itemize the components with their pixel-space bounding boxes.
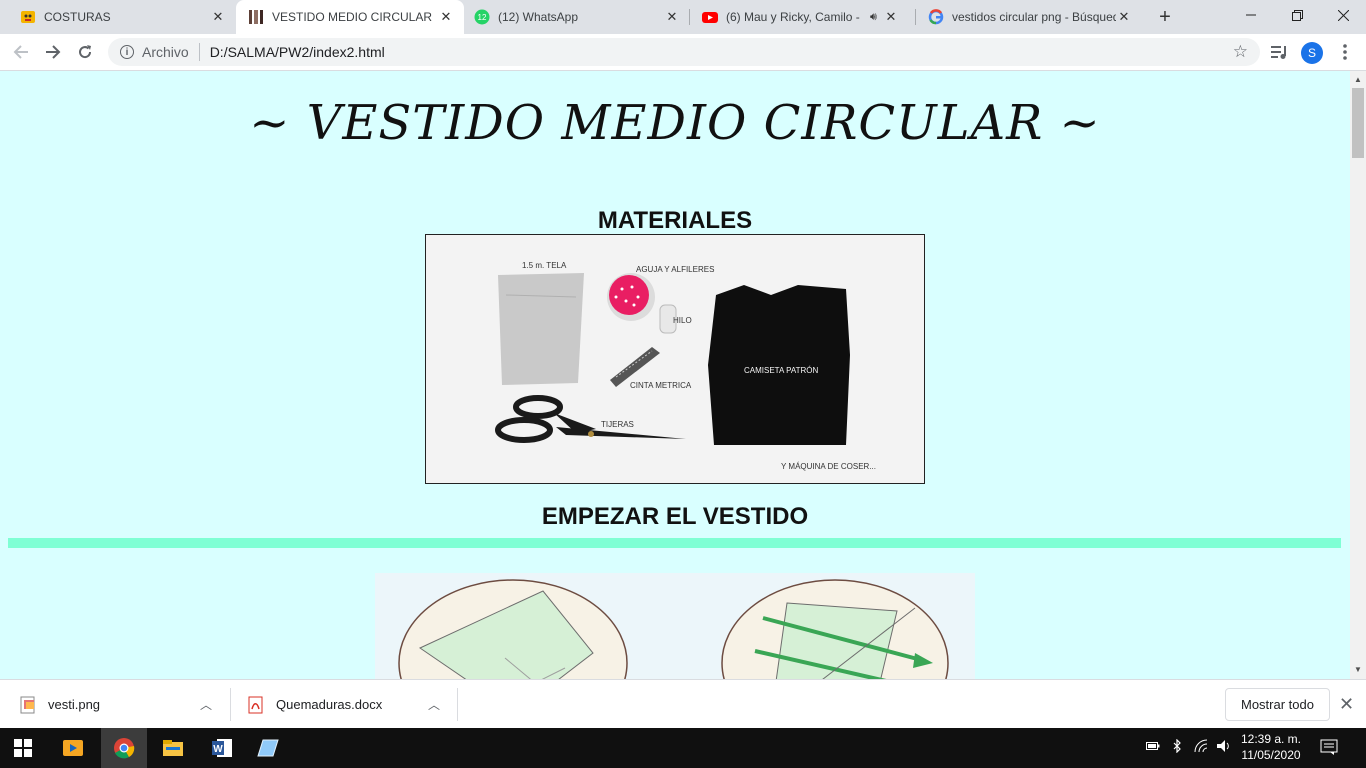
tab-costuras[interactable]: COSTURAS ✕ [0,0,236,34]
label-tijeras: TIJERAS [601,420,634,429]
tab-strip: COSTURAS ✕ VESTIDO MEDIO CIRCULAR ✕ 12 (… [0,0,1366,34]
label-cinta: CINTA METRICA [630,381,692,390]
browser-toolbar: i Archivo D:/SALMA/PW2/index2.html ☆ S [0,34,1366,71]
tab-vestido[interactable]: VESTIDO MEDIO CIRCULAR ✕ [236,0,464,34]
download-item[interactable]: vesti.png ︿ [0,680,230,729]
download-filename: Quemaduras.docx [276,697,383,712]
back-button[interactable] [10,41,32,63]
close-icon[interactable]: ✕ [1116,9,1132,25]
forward-button[interactable] [42,41,64,63]
section-divider [8,538,1341,548]
media-control-icon[interactable] [1268,41,1290,63]
download-item[interactable]: Quemaduras.docx ︿ [228,680,458,729]
tab-google[interactable]: vestidos circular png - Búsqued ✕ [916,0,1142,34]
volume-icon[interactable] [1216,739,1232,756]
notifications-icon[interactable] [1320,738,1338,759]
clock-time: 12:39 a. m. [1240,732,1302,746]
minimize-button[interactable] [1228,0,1274,30]
close-icon[interactable]: ✕ [664,9,680,25]
scrollbar-thumb[interactable] [1352,88,1364,158]
google-icon [928,9,944,25]
materials-heading: MATERIALES [597,207,753,234]
page-content: ~ VESTIDO MEDIO CIRCULAR ~ MATERIALES 1.… [0,71,1350,679]
tab-label: (6) Mau y Ricky, Camilo - L [726,10,864,24]
chevron-up-icon[interactable]: ︿ [428,696,440,713]
dress-icon [248,9,264,25]
svg-text:W: W [213,744,223,755]
svg-text:12: 12 [478,13,487,22]
reload-button[interactable] [74,41,96,63]
image-file-icon [20,696,36,714]
bluetooth-icon[interactable] [1172,738,1182,756]
word-icon[interactable]: W [199,728,245,768]
address-bar[interactable]: i Archivo D:/SALMA/PW2/index2.html ☆ [108,38,1260,66]
wifi-icon[interactable] [1194,739,1210,756]
close-icon[interactable]: ✕ [438,9,454,25]
taskbar-clock[interactable]: 12:39 a. m. 11/05/2020 [1236,731,1306,763]
bookmark-star-icon[interactable]: ☆ [1233,42,1248,62]
tab-whatsapp[interactable]: 12 (12) WhatsApp ✕ [464,0,690,34]
menu-kebab-icon[interactable] [1334,41,1356,63]
security-chip[interactable]: Archivo [142,44,189,60]
tab-label: (12) WhatsApp [498,10,579,24]
close-downloads-icon[interactable]: ✕ [1339,694,1354,715]
black-tshirt [708,285,850,445]
start-heading: EMPEZAR EL VESTIDO [541,503,809,530]
profile-avatar[interactable]: S [1301,42,1323,64]
pincushion [607,273,655,321]
label-camiseta: CAMISETA PATRÓN [744,366,818,375]
speaker-icon[interactable]: 🔊︎ [870,11,877,24]
battery-icon[interactable] [1146,739,1160,754]
label-maquina: Y MÁQUINA DE COSER... [781,462,876,471]
restore-button[interactable] [1274,0,1320,30]
tab-label: VESTIDO MEDIO CIRCULAR [272,10,433,24]
media-player-icon[interactable] [50,728,96,768]
windows-start-icon[interactable] [0,728,46,768]
page-title: ~ VESTIDO MEDIO CIRCULAR ~ [249,95,1101,151]
close-window-button[interactable] [1320,0,1366,30]
lemon-emoji-icon [20,9,36,25]
url-text[interactable]: D:/SALMA/PW2/index2.html [210,44,385,60]
new-tab-button[interactable]: + [1154,6,1176,28]
download-filename: vesti.png [48,697,101,712]
label-aguja: AGUJA Y ALFILERES [636,265,714,274]
clock-date: 11/05/2020 [1241,748,1301,762]
chevron-up-icon[interactable]: ︿ [200,696,212,713]
pdf-file-icon [248,696,264,714]
scroll-up-arrow-icon[interactable]: ▲ [1354,75,1362,84]
chrome-icon[interactable] [101,728,147,768]
pattern-diagram-image [375,573,975,679]
close-icon[interactable]: ✕ [883,9,899,25]
page-scrollbar[interactable]: ▲ ▼ [1350,71,1366,679]
tab-label: vestidos circular png - Búsqued [952,10,1116,24]
fabric-swatch [498,273,584,385]
info-icon[interactable]: i [120,45,134,59]
label-tela: 1.5 m. TELA [522,261,567,270]
close-icon[interactable]: ✕ [210,9,226,25]
show-all-button[interactable]: Mostrar todo [1225,688,1330,721]
label-hilo: HILO [673,316,692,325]
downloads-bar: vesti.png ︿ Quemaduras.docx ︿ Mostrar to… [0,679,1366,729]
tab-label: COSTURAS [44,10,111,24]
materials-image: 1.5 m. TELA AGUJA Y ALFILERES HILO CINTA… [425,234,925,484]
whatsapp-icon: 12 [474,9,490,25]
tab-youtube[interactable]: (6) Mau y Ricky, Camilo - L 🔊︎ ✕ [690,0,916,34]
scroll-down-arrow-icon[interactable]: ▼ [1354,665,1362,674]
glass-app-icon[interactable] [245,728,291,768]
file-explorer-icon[interactable] [150,728,196,768]
windows-taskbar: W 12:39 a. m. 11/05/2020 [0,728,1366,768]
youtube-icon [702,9,718,25]
